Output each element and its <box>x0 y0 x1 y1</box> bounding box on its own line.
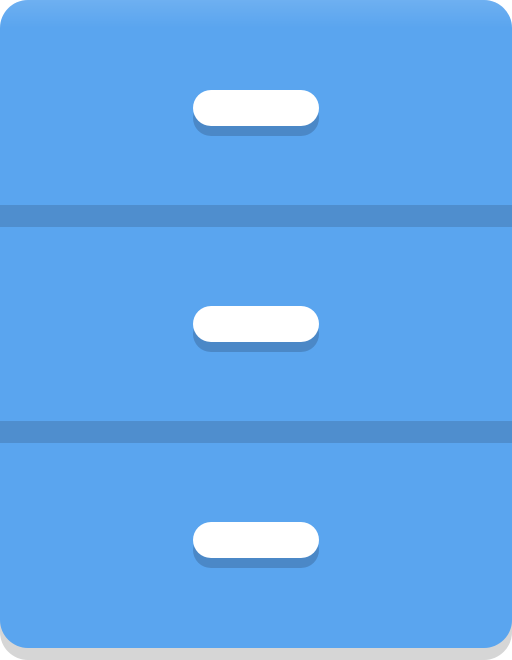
drawer-handle-bar <box>193 522 319 558</box>
drawer-divider <box>0 421 512 443</box>
drawer-handle <box>193 306 319 352</box>
drawer-top <box>0 0 512 205</box>
drawer-middle <box>0 228 512 421</box>
drawer-bottom <box>0 442 512 648</box>
file-cabinet-icon <box>0 0 512 660</box>
drawer-handle-bar <box>193 90 319 126</box>
drawer-divider <box>0 205 512 227</box>
cabinet-body <box>0 0 512 648</box>
drawer-handle <box>193 90 319 136</box>
drawer-handle-bar <box>193 306 319 342</box>
drawer-handle <box>193 522 319 568</box>
